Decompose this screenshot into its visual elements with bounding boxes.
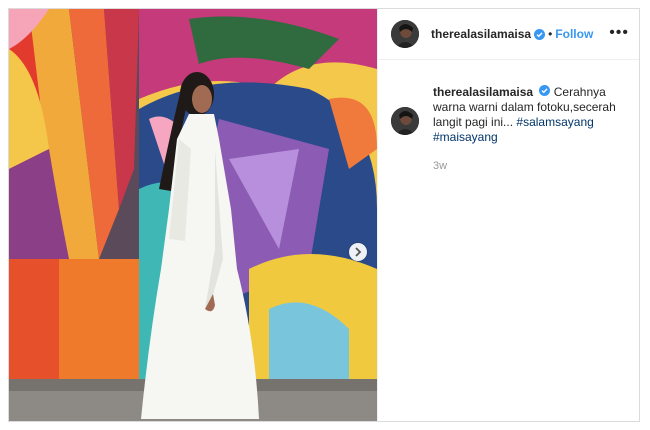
post-timestamp[interactable]: 3w [433, 159, 623, 174]
next-photo-button[interactable] [349, 243, 367, 261]
verified-badge-icon [539, 85, 551, 96]
hashtag-maisayang[interactable]: #maisayang [433, 130, 498, 144]
username[interactable]: therealasilamaisa [431, 27, 531, 41]
avatar[interactable] [391, 20, 419, 48]
separator-dot: • [548, 27, 553, 41]
follow-button[interactable]: Follow [555, 27, 593, 41]
post-sidebar: therealasilamaisa • Follow ••• therealas… [377, 9, 639, 421]
hashtag-salamsayang[interactable]: #salamsayang [516, 115, 593, 129]
instagram-post: therealasilamaisa • Follow ••• therealas… [8, 8, 640, 422]
verified-badge-icon [534, 28, 546, 40]
mural-photo-image [9, 9, 377, 421]
caption-avatar[interactable] [391, 107, 419, 135]
caption-username[interactable]: therealasilamaisa [433, 85, 533, 99]
post-caption: therealasilamaisa Cerahnya warna warni d… [391, 85, 629, 174]
caption-body: therealasilamaisa Cerahnya warna warni d… [433, 85, 623, 174]
avatar-image [391, 20, 419, 48]
post-header: therealasilamaisa • Follow ••• [378, 9, 639, 60]
more-options-icon[interactable]: ••• [609, 25, 629, 41]
avatar-image [391, 107, 419, 135]
next-chevron-icon [355, 247, 362, 257]
post-photo[interactable] [9, 9, 377, 421]
